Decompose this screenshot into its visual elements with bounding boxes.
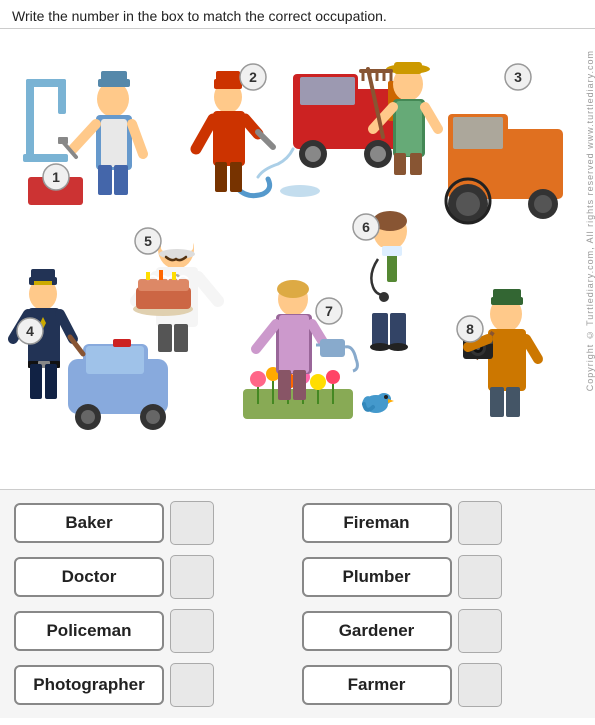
answer-box-plumber[interactable] (458, 555, 502, 599)
answer-box-baker[interactable] (170, 501, 214, 545)
instruction-text: Write the number in the box to match the… (0, 0, 595, 29)
svg-text:8: 8 (466, 321, 474, 337)
answer-box-gardener[interactable] (458, 609, 502, 653)
answer-box-doctor[interactable] (170, 555, 214, 599)
answer-row-gardener: Gardener (298, 604, 586, 658)
svg-text:1: 1 (52, 169, 60, 185)
answer-row-baker: Baker (10, 496, 298, 550)
answer-box-farmer[interactable] (458, 663, 502, 707)
answer-row-fireman: Fireman (298, 496, 586, 550)
watermark-text: Copyright © Turtlediary.com, All rights … (583, 50, 595, 391)
svg-text:3: 3 (514, 69, 522, 85)
answer-row-doctor: Doctor (10, 550, 298, 604)
occupation-gardener: Gardener (302, 611, 452, 651)
occupation-policeman: Policeman (14, 611, 164, 651)
occupation-doctor: Doctor (14, 557, 164, 597)
answer-box-photographer[interactable] (170, 663, 214, 707)
occupation-plumber: Plumber (302, 557, 452, 597)
svg-text:6: 6 (362, 219, 370, 235)
answer-box-policeman[interactable] (170, 609, 214, 653)
occupation-farmer: Farmer (302, 665, 452, 705)
illustration-area: 1 2 (8, 29, 588, 489)
svg-text:5: 5 (144, 233, 152, 249)
answer-row-policeman: Policeman (10, 604, 298, 658)
answer-row-plumber: Plumber (298, 550, 586, 604)
answer-box-fireman[interactable] (458, 501, 502, 545)
svg-text:2: 2 (249, 69, 257, 85)
answer-row-photographer: Photographer (10, 658, 298, 712)
answer-row-farmer: Farmer (298, 658, 586, 712)
answer-grid: Baker Fireman Doctor Plumber Policeman G… (0, 489, 595, 718)
occupation-fireman: Fireman (302, 503, 452, 543)
occupation-baker: Baker (14, 503, 164, 543)
svg-text:7: 7 (325, 303, 333, 319)
occupation-photographer: Photographer (14, 665, 164, 705)
svg-text:4: 4 (26, 323, 34, 339)
